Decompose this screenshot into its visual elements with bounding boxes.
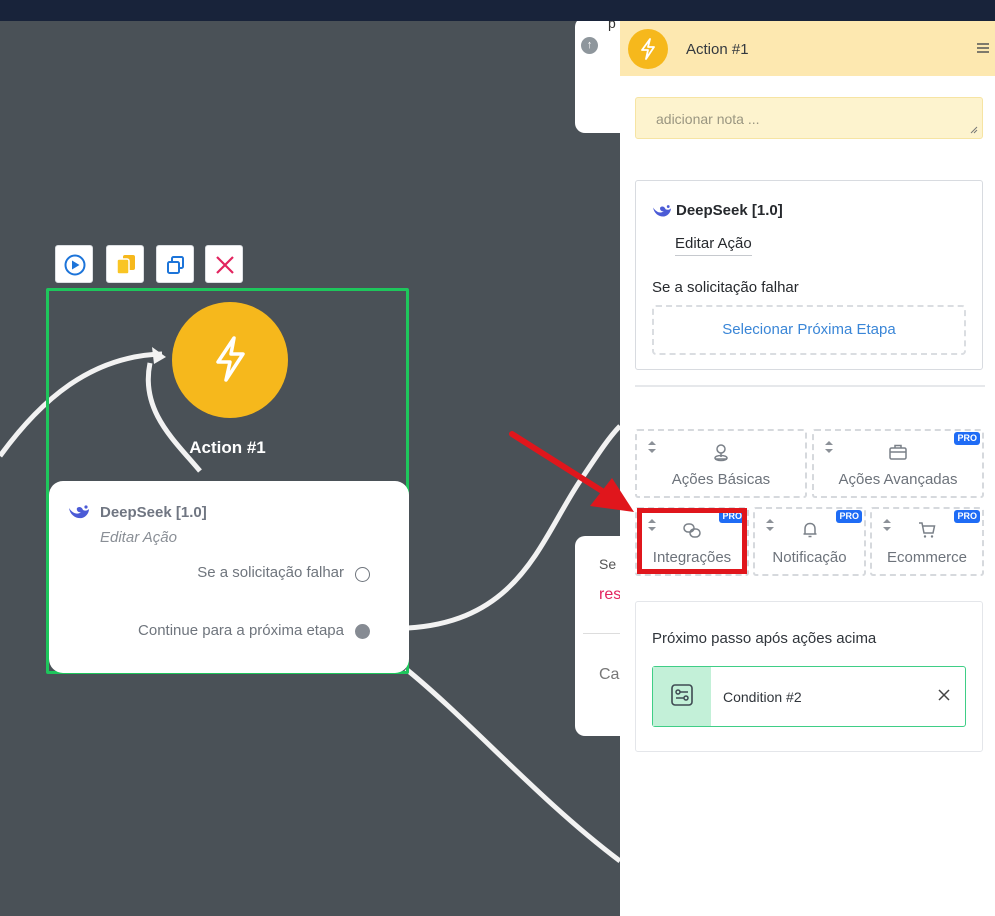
user-pin-icon [714,444,728,462]
divider [583,633,620,634]
condition-icon [671,684,693,706]
close-icon [216,256,234,274]
cart-icon [919,522,936,538]
pro-badge: PRO [954,510,980,523]
condition-icon-box [653,667,711,726]
play-circle-icon [64,254,86,276]
note-placeholder: adicionar nota ... [656,111,760,127]
tile-label: Notificação [772,549,847,566]
panel-title: Action #1 [686,41,749,58]
on-failure-port[interactable] [355,567,370,582]
action-node-app-name: DeepSeek [1.0] [100,504,207,521]
close-icon[interactable] [937,688,951,702]
app-card-name: DeepSeek [1.0] [676,202,783,219]
background-node-text: p [608,21,616,31]
action-node-icon [172,302,288,418]
tile-basic-actions[interactable]: Ações Básicas [635,429,807,498]
duplicate-button[interactable] [156,245,194,283]
menu-icon[interactable] [977,42,989,54]
sort-handle-icon[interactable] [825,441,833,453]
copy-button[interactable] [106,245,144,283]
tile-label: Ações Avançadas [838,471,958,488]
pro-badge: PRO [836,510,862,523]
continue-port[interactable] [355,624,370,639]
action-icon [628,29,668,69]
tile-label: Ecommerce [886,549,968,566]
flow-canvas[interactable]: p ↑ Se res Ca Action #1 DeepSeek [1.0] E… [0,21,620,916]
background-card-text: Ca [599,666,620,683]
edit-action-link[interactable]: Editar Ação [100,529,177,546]
next-step-title: Próximo passo após ações acima [652,630,877,647]
briefcase-icon [889,444,907,460]
arrow-up-icon[interactable]: ↑ [581,37,598,54]
background-node-card[interactable]: p ↑ [575,21,620,133]
resize-grip-icon[interactable] [970,126,978,134]
action-node-title: Action #1 [189,438,266,457]
top-bar [0,0,995,21]
lightning-icon [216,336,245,382]
select-next-step-button[interactable]: Selecionar Próxima Etapa [652,305,966,355]
sort-handle-icon[interactable] [648,441,656,453]
bell-icon [803,522,816,538]
tile-label: Ações Básicas [671,471,771,488]
next-condition-item[interactable]: Condition #2 [652,666,966,727]
action-node-card[interactable]: DeepSeek [1.0] Editar Ação Se a solicita… [49,481,409,673]
pro-badge: PRO [954,432,980,445]
highlight-box [637,508,747,574]
lightning-icon [641,38,655,60]
note-input[interactable]: adicionar nota ... [635,97,983,139]
tile-advanced-actions[interactable]: PRO Ações Avançadas [812,429,984,498]
action-node[interactable]: Action #1 DeepSeek [1.0] Editar Ação Se … [46,288,409,674]
panel-header: Action #1 [620,21,995,76]
sort-handle-icon[interactable] [883,519,891,531]
sort-handle-icon[interactable] [766,519,774,531]
app-card: DeepSeek [1.0] Editar Ação Se a solicita… [635,180,983,370]
duplicate-icon [167,256,184,274]
next-step-after-actions: Próximo passo após ações acima Condition… [635,601,983,752]
tile-ecommerce[interactable]: PRO Ecommerce [870,507,984,576]
background-condition-card[interactable]: Se res Ca [575,536,620,736]
copy-icon [116,255,135,275]
deepseek-logo-icon [69,505,89,519]
deepseek-logo-icon [653,205,671,217]
next-condition-label: Condition #2 [723,689,802,705]
divider [635,385,985,387]
run-button[interactable] [55,245,93,283]
continue-label: Continue para a próxima etapa [138,622,344,639]
background-card-text: Se [599,556,617,572]
side-panel: Action #1 adicionar nota ... DeepSeek [1… [620,21,995,916]
tile-notification[interactable]: PRO Notificação [753,507,866,576]
background-card-text: res [599,586,620,603]
edit-action-button[interactable]: Editar Ação [675,235,752,256]
on-failure-label: Se a solicitação falhar [652,279,799,296]
on-failure-label: Se a solicitação falhar [197,564,344,581]
delete-button[interactable] [205,245,243,283]
